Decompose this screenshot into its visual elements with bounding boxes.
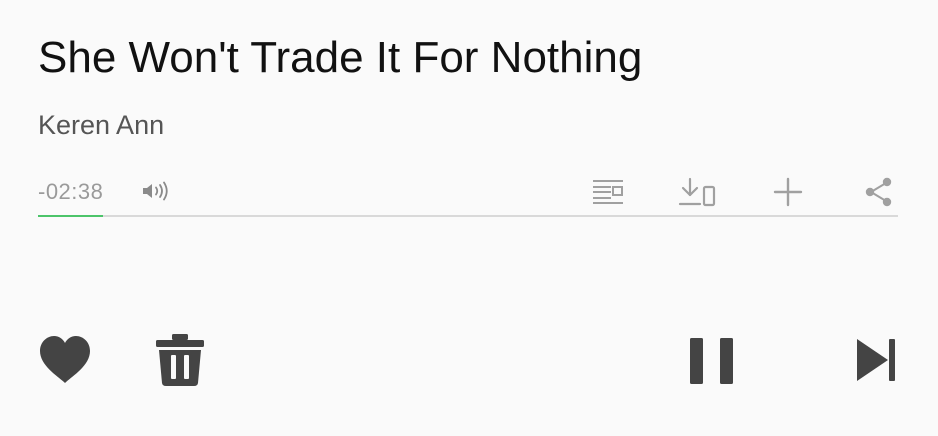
track-meta-row: -02:38 (38, 172, 898, 212)
share-icon[interactable] (862, 175, 896, 209)
track-artist[interactable]: Keren Ann (38, 108, 164, 142)
add-icon[interactable] (771, 175, 805, 209)
skip-next-icon[interactable] (854, 337, 898, 383)
volume-icon[interactable] (140, 179, 170, 203)
pause-icon[interactable] (688, 337, 736, 385)
download-to-device-icon[interactable] (678, 175, 716, 209)
progress-bar-fill (38, 215, 103, 217)
lyrics-icon[interactable] (591, 175, 625, 209)
trash-icon[interactable] (155, 333, 205, 387)
remaining-time: -02:38 (38, 179, 104, 204)
heart-icon[interactable] (38, 333, 92, 387)
now-playing-panel: She Won't Trade It For Nothing Keren Ann… (0, 0, 938, 436)
progress-bar[interactable] (38, 215, 898, 217)
track-title: She Won't Trade It For Nothing (38, 33, 643, 82)
